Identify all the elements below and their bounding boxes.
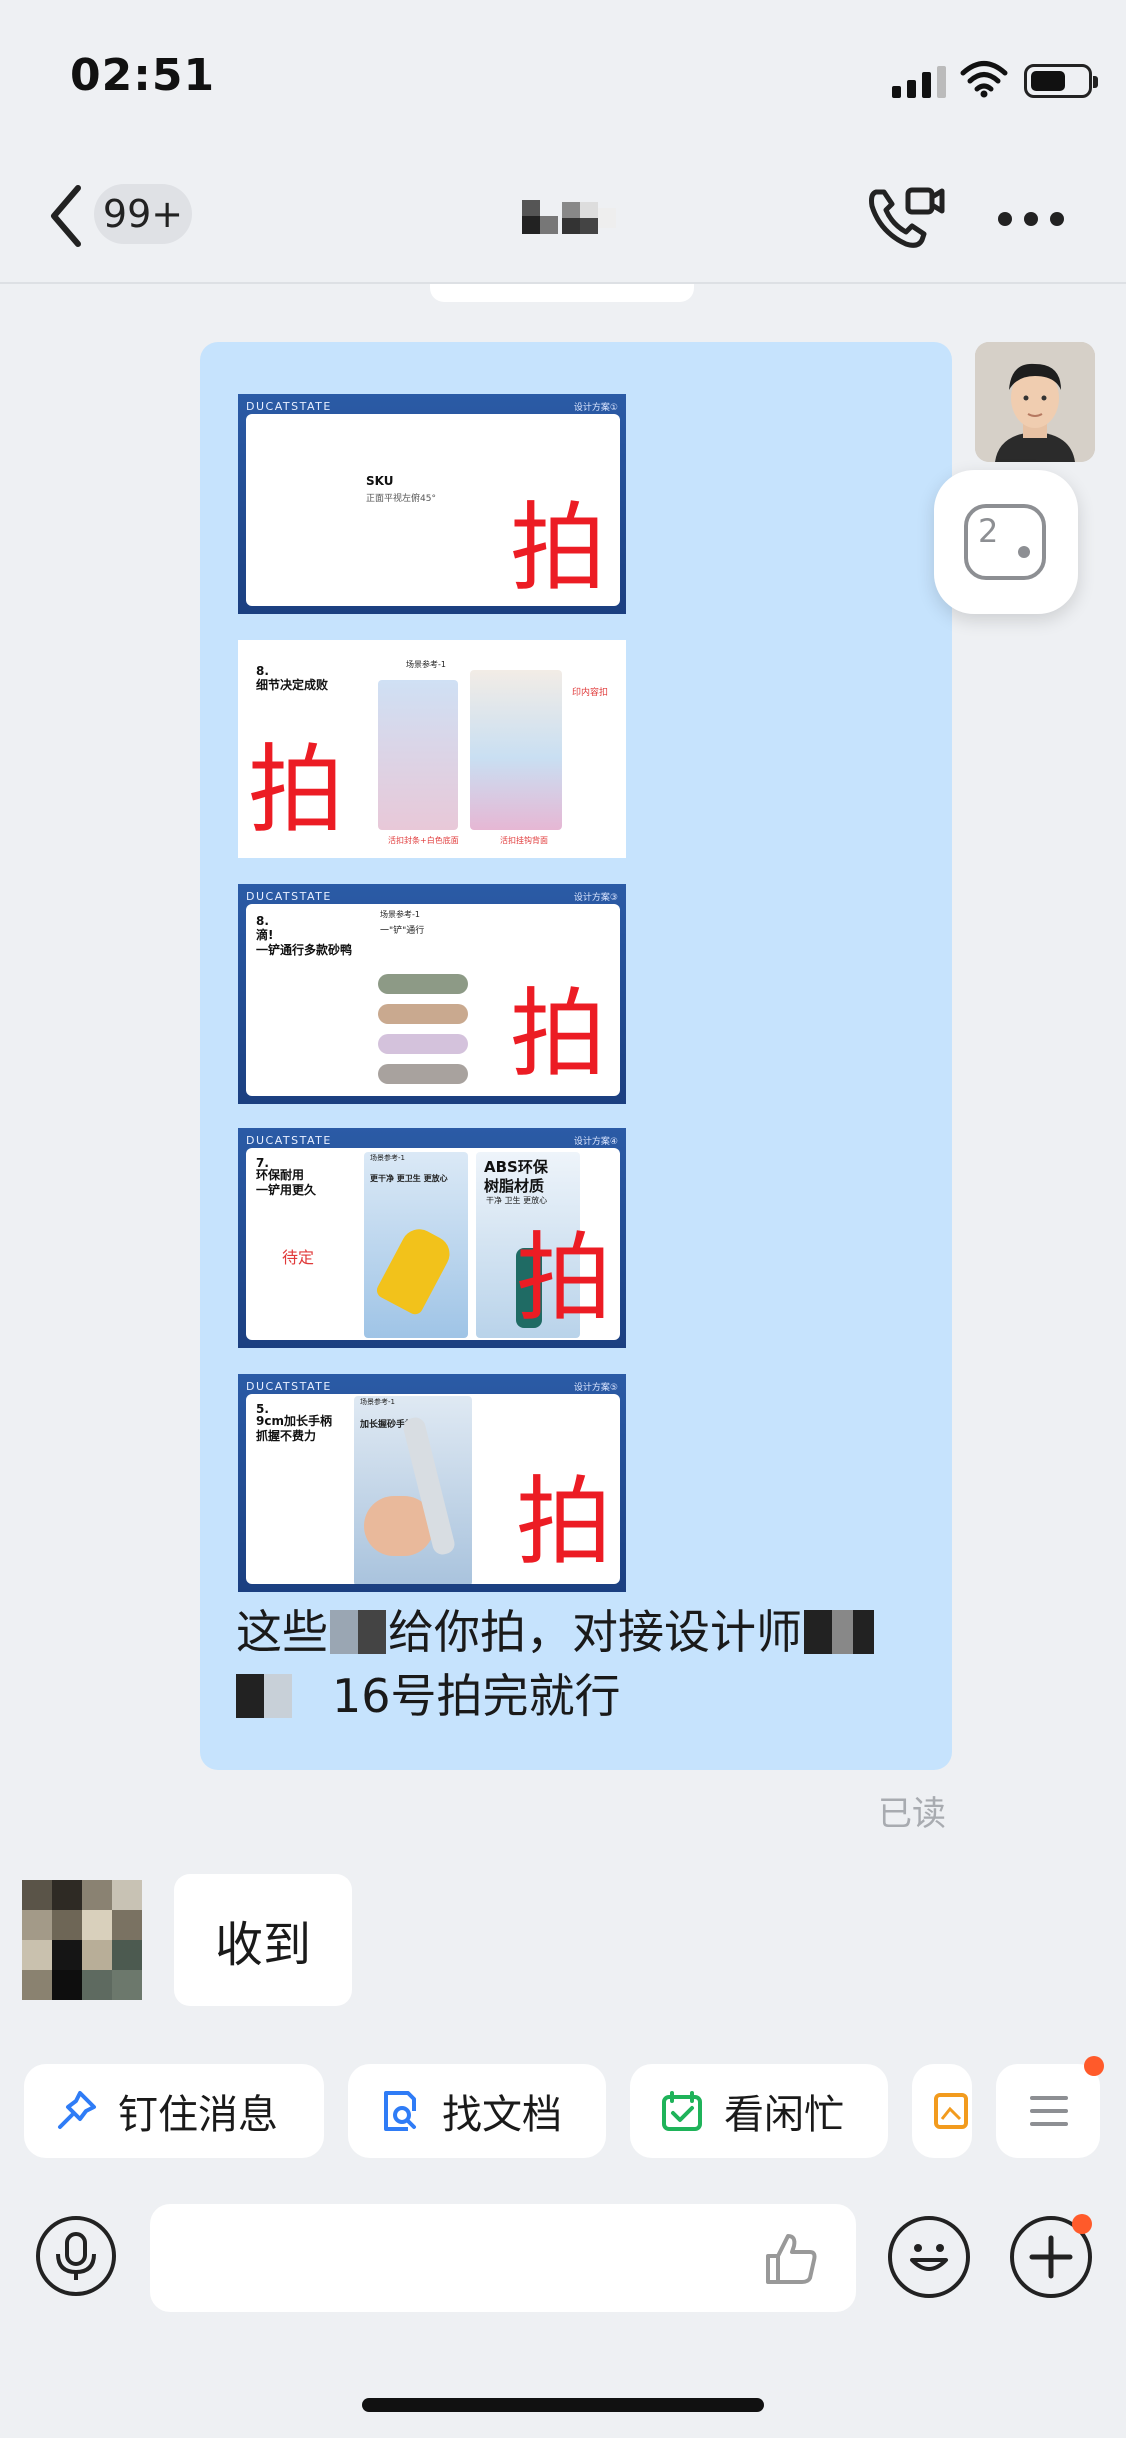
message-input-field[interactable] <box>150 2204 856 2312</box>
contact-avatar[interactable] <box>22 1880 142 2000</box>
slide-number: 8. <box>256 664 269 678</box>
quick-action-find-doc[interactable]: 找文档 <box>348 2064 606 2158</box>
previous-message-edge <box>430 284 694 302</box>
yellow-scoop <box>374 1222 456 1318</box>
slide-image-3[interactable]: DUCATSTATE 设计方案③ 8. 滴! 一铲通行多款砂鸭 场景参考-1 一"… <box>238 884 626 1104</box>
slide-tag: 设计方案④ <box>573 1136 618 1147</box>
quick-actions-menu-button[interactable] <box>996 2056 1104 2158</box>
product-photo <box>378 680 458 830</box>
read-status: 已读 <box>878 1794 946 1834</box>
battery-icon <box>1024 64 1098 98</box>
quick-action-partial[interactable] <box>912 2064 972 2158</box>
back-arrow-icon[interactable] <box>46 182 86 250</box>
material-title: ABS环保 树脂材质 <box>484 1158 548 1195</box>
slide-line: 更干净 更卫生 更放心 <box>370 1174 448 1183</box>
slide-brand: DUCATSTATE <box>246 889 332 903</box>
slide-ref: 场景参考-1 <box>406 660 446 669</box>
chat-title <box>522 198 622 240</box>
status-time: 02:51 <box>70 50 216 101</box>
slide-number: 8. <box>256 914 269 928</box>
image-icon <box>934 2093 968 2129</box>
slide-heading: SKU <box>366 474 394 488</box>
my-avatar[interactable] <box>975 342 1095 462</box>
floating-window-counter-button[interactable]: 2 <box>934 470 1078 614</box>
redacted-mosaic <box>804 1610 874 1654</box>
slide-sub: 一"铲"通行 <box>380 926 425 936</box>
slide-ref: 场景参考-1 <box>380 910 420 919</box>
unread-count-badge[interactable]: 99+ <box>94 184 192 244</box>
notification-dot <box>1072 2214 1092 2234</box>
home-indicator <box>362 2398 764 2412</box>
quick-action-pin[interactable]: 钉住消息 <box>24 2064 324 2158</box>
thumbs-up-icon[interactable] <box>762 2230 820 2288</box>
quick-action-availability[interactable]: 看闲忙 <box>630 2064 888 2158</box>
slide-ref: 场景参考-1 <box>360 1398 395 1406</box>
variant-pill <box>378 1034 468 1054</box>
doc-search-icon <box>384 2091 416 2131</box>
slide-image-2[interactable]: 8. 细节决定成败 场景参考-1 印内容扣 活扣封条+白色底面 活扣挂钩背面 拍 <box>238 640 626 858</box>
slide-heading: 环保耐用 一铲用更久 <box>256 1168 317 1197</box>
quick-action-label: 看闲忙 <box>724 2092 844 2138</box>
message-line-1a: 这些 <box>236 1605 328 1659</box>
slide-tag: 设计方案① <box>573 402 618 413</box>
wifi-icon <box>960 61 1008 98</box>
menu-icon <box>1030 2096 1068 2135</box>
product-photo: 场景参考-1 更干净 更卫生 更放心 <box>364 1152 468 1338</box>
variant-pill <box>378 974 468 994</box>
slide-tag: 设计方案⑤ <box>573 1382 618 1393</box>
side-note: 印内容扣 <box>572 688 609 698</box>
smiley-icon <box>910 2244 948 2271</box>
notification-dot <box>1084 2056 1104 2076</box>
slide-heading: 9cm加长手柄 抓握不费力 <box>256 1414 332 1443</box>
shoot-mark: 拍 <box>248 734 344 846</box>
product-photo <box>470 670 562 830</box>
redacted-mosaic <box>236 1674 292 1718</box>
calendar-check-icon <box>662 2091 702 2131</box>
microphone-icon <box>56 2232 96 2280</box>
variant-pill <box>378 1064 468 1084</box>
received-message-bubble[interactable]: 收到 <box>174 1874 352 2006</box>
material-sub: 干净 卫生 更放心 <box>486 1196 548 1205</box>
slide-brand: DUCATSTATE <box>246 1379 332 1393</box>
shoot-mark: 拍 <box>516 1466 612 1578</box>
slide-ref: 场景参考-1 <box>370 1154 405 1162</box>
caption-right: 活扣挂钩背面 <box>500 836 548 845</box>
emoji-button[interactable] <box>888 2216 970 2298</box>
shoot-mark: 拍 <box>510 978 606 1090</box>
quick-action-label: 钉住消息 <box>118 2092 278 2138</box>
slide-image-5[interactable]: DUCATSTATE 设计方案⑤ 5. 9cm加长手柄 抓握不费力 场景参考-1 … <box>238 1374 626 1592</box>
slide-heading: 滴! 一铲通行多款砂鸭 <box>256 928 353 957</box>
slide-image-4[interactable]: DUCATSTATE 设计方案④ 7. 环保耐用 一铲用更久 待定 场景参考-1 … <box>238 1128 626 1348</box>
shoot-mark: 拍 <box>510 492 606 604</box>
slide-tag: 设计方案③ <box>573 892 618 903</box>
product-photo: 场景参考-1 加长握砂手柄 <box>354 1396 472 1584</box>
pin-icon <box>58 2091 96 2129</box>
cellular-signal-icon <box>892 66 946 98</box>
floating-counter: 2 <box>978 512 999 550</box>
variant-pill <box>378 1004 468 1024</box>
redacted-mosaic <box>330 1610 386 1654</box>
voice-input-button[interactable] <box>36 2216 116 2296</box>
slide-sub: 正面平视左俯45° <box>366 494 436 504</box>
phone-video-call-icon[interactable] <box>866 184 946 252</box>
slide-brand: DUCATSTATE <box>246 399 332 413</box>
message-line-1b: 给你拍，对接设计师 <box>388 1605 802 1659</box>
pending-label: 待定 <box>282 1248 315 1267</box>
message-line-2: 16号拍完就行 <box>332 1669 621 1723</box>
slide-heading: 细节决定成败 <box>256 678 329 692</box>
slide-brand: DUCATSTATE <box>246 1133 332 1147</box>
quick-action-label: 找文档 <box>442 2092 562 2138</box>
slide-image-1[interactable]: DUCATSTATE 设计方案① SKU 正面平视左俯45° 拍 <box>238 394 626 614</box>
sent-message-text: 这些 给你拍，对接设计师 16号拍完就行 <box>236 1600 936 1728</box>
shoot-mark: 拍 <box>516 1222 612 1334</box>
more-options-icon[interactable] <box>998 212 1064 226</box>
more-input-button[interactable] <box>1010 2214 1092 2298</box>
caption-left: 活扣封条+白色底面 <box>388 836 459 845</box>
